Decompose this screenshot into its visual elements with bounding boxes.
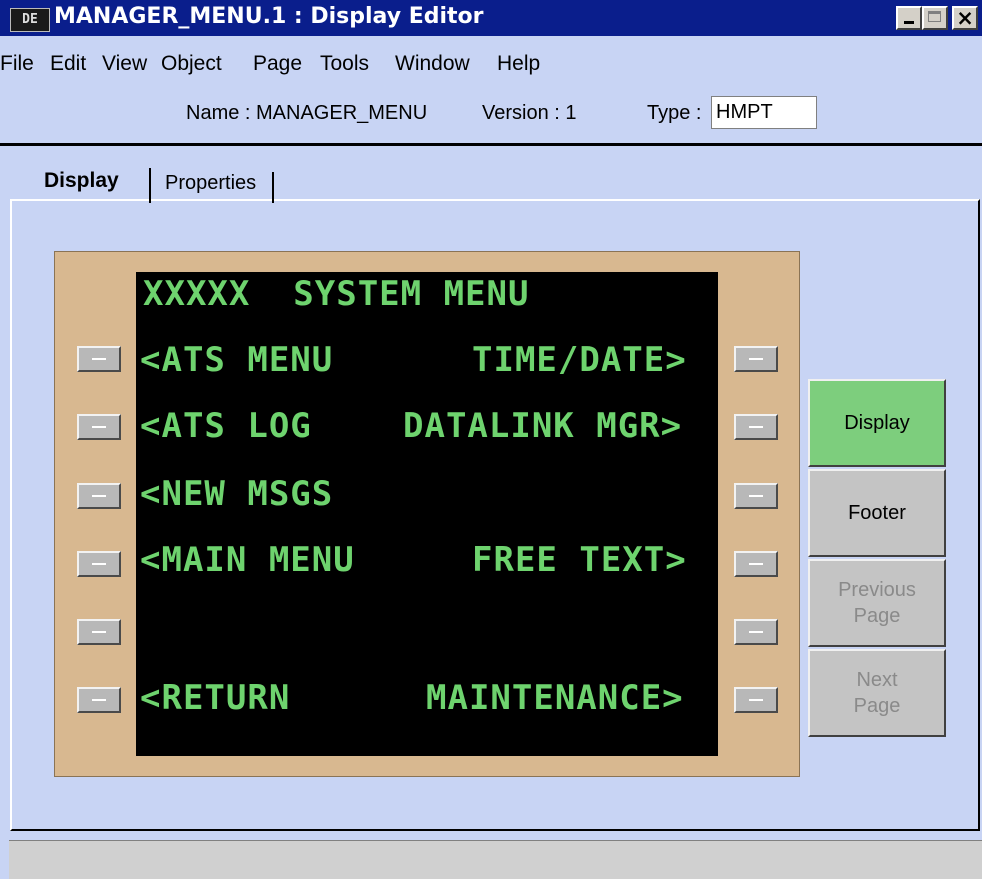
screen-line-1-left: <ATS MENU [140,340,334,380]
menu-page[interactable]: Page [253,52,302,76]
menu-tools[interactable]: Tools [320,52,369,76]
close-button[interactable]: × [952,6,978,30]
dash-icon [92,426,106,428]
lsk-right-3[interactable] [734,483,778,509]
title-bar: DE MANAGER_MENU.1 : Display Editor × [0,0,982,36]
menu-edit[interactable]: Edit [50,52,86,76]
menu-bar [0,36,982,84]
lsk-left-3[interactable] [77,483,121,509]
dash-icon [749,426,763,428]
dash-icon [749,699,763,701]
next-page-button[interactable]: Next Page [808,649,946,737]
screen-line-6-right: MAINTENANCE> [426,678,684,718]
header-divider [0,143,982,146]
menu-help[interactable]: Help [497,52,540,76]
screen-line-1-right: TIME/DATE> [472,340,687,380]
screen-title: XXXXX SYSTEM MENU [143,274,530,314]
lsk-left-6[interactable] [77,687,121,713]
menu-file[interactable]: File [0,52,34,76]
display-button[interactable]: Display [808,379,946,467]
lsk-left-2[interactable] [77,414,121,440]
close-icon: × [956,6,974,30]
screen-line-2-left: <ATS LOG [140,406,312,446]
minimize-icon [904,21,914,24]
footer-button[interactable]: Footer [808,469,946,557]
minimize-button[interactable] [896,6,922,30]
type-label: Type : [647,102,702,124]
tab-properties[interactable]: Properties [165,172,256,195]
maximize-icon [928,11,941,22]
dash-icon [92,358,106,360]
dash-icon [92,631,106,633]
lsk-right-6[interactable] [734,687,778,713]
dash-icon [749,358,763,360]
menu-window[interactable]: Window [395,52,470,76]
maximize-button[interactable] [922,6,948,30]
tab-separator [272,172,274,203]
menu-object[interactable]: Object [161,52,222,76]
dash-icon [749,563,763,565]
previous-page-button[interactable]: Previous Page [808,559,946,647]
lsk-right-2[interactable] [734,414,778,440]
menu-view[interactable]: View [102,52,147,76]
lsk-left-1[interactable] [77,346,121,372]
dash-icon [92,563,106,565]
status-bar [9,840,982,879]
type-field[interactable]: HMPT [711,96,817,129]
screen-line-2-right: DATALINK MGR> [403,406,683,446]
tab-display[interactable]: Display [44,169,119,193]
screen-line-4-right: FREE TEXT> [472,540,687,580]
lsk-left-5[interactable] [77,619,121,645]
screen-line-3-left: <NEW MSGS [140,474,334,514]
dash-icon [92,699,106,701]
lsk-right-5[interactable] [734,619,778,645]
version-label: Version : 1 [482,102,577,124]
app-icon[interactable]: DE [10,8,50,32]
lsk-left-4[interactable] [77,551,121,577]
dash-icon [749,631,763,633]
lsk-right-1[interactable] [734,346,778,372]
screen-line-6-left: <RETURN [140,678,291,718]
lsk-right-4[interactable] [734,551,778,577]
window-title: MANAGER_MENU.1 : Display Editor [54,4,484,29]
name-label: Name : MANAGER_MENU [186,102,428,124]
dash-icon [92,495,106,497]
screen-line-4-left: <MAIN MENU [140,540,355,580]
tab-separator [149,168,151,203]
dash-icon [749,495,763,497]
